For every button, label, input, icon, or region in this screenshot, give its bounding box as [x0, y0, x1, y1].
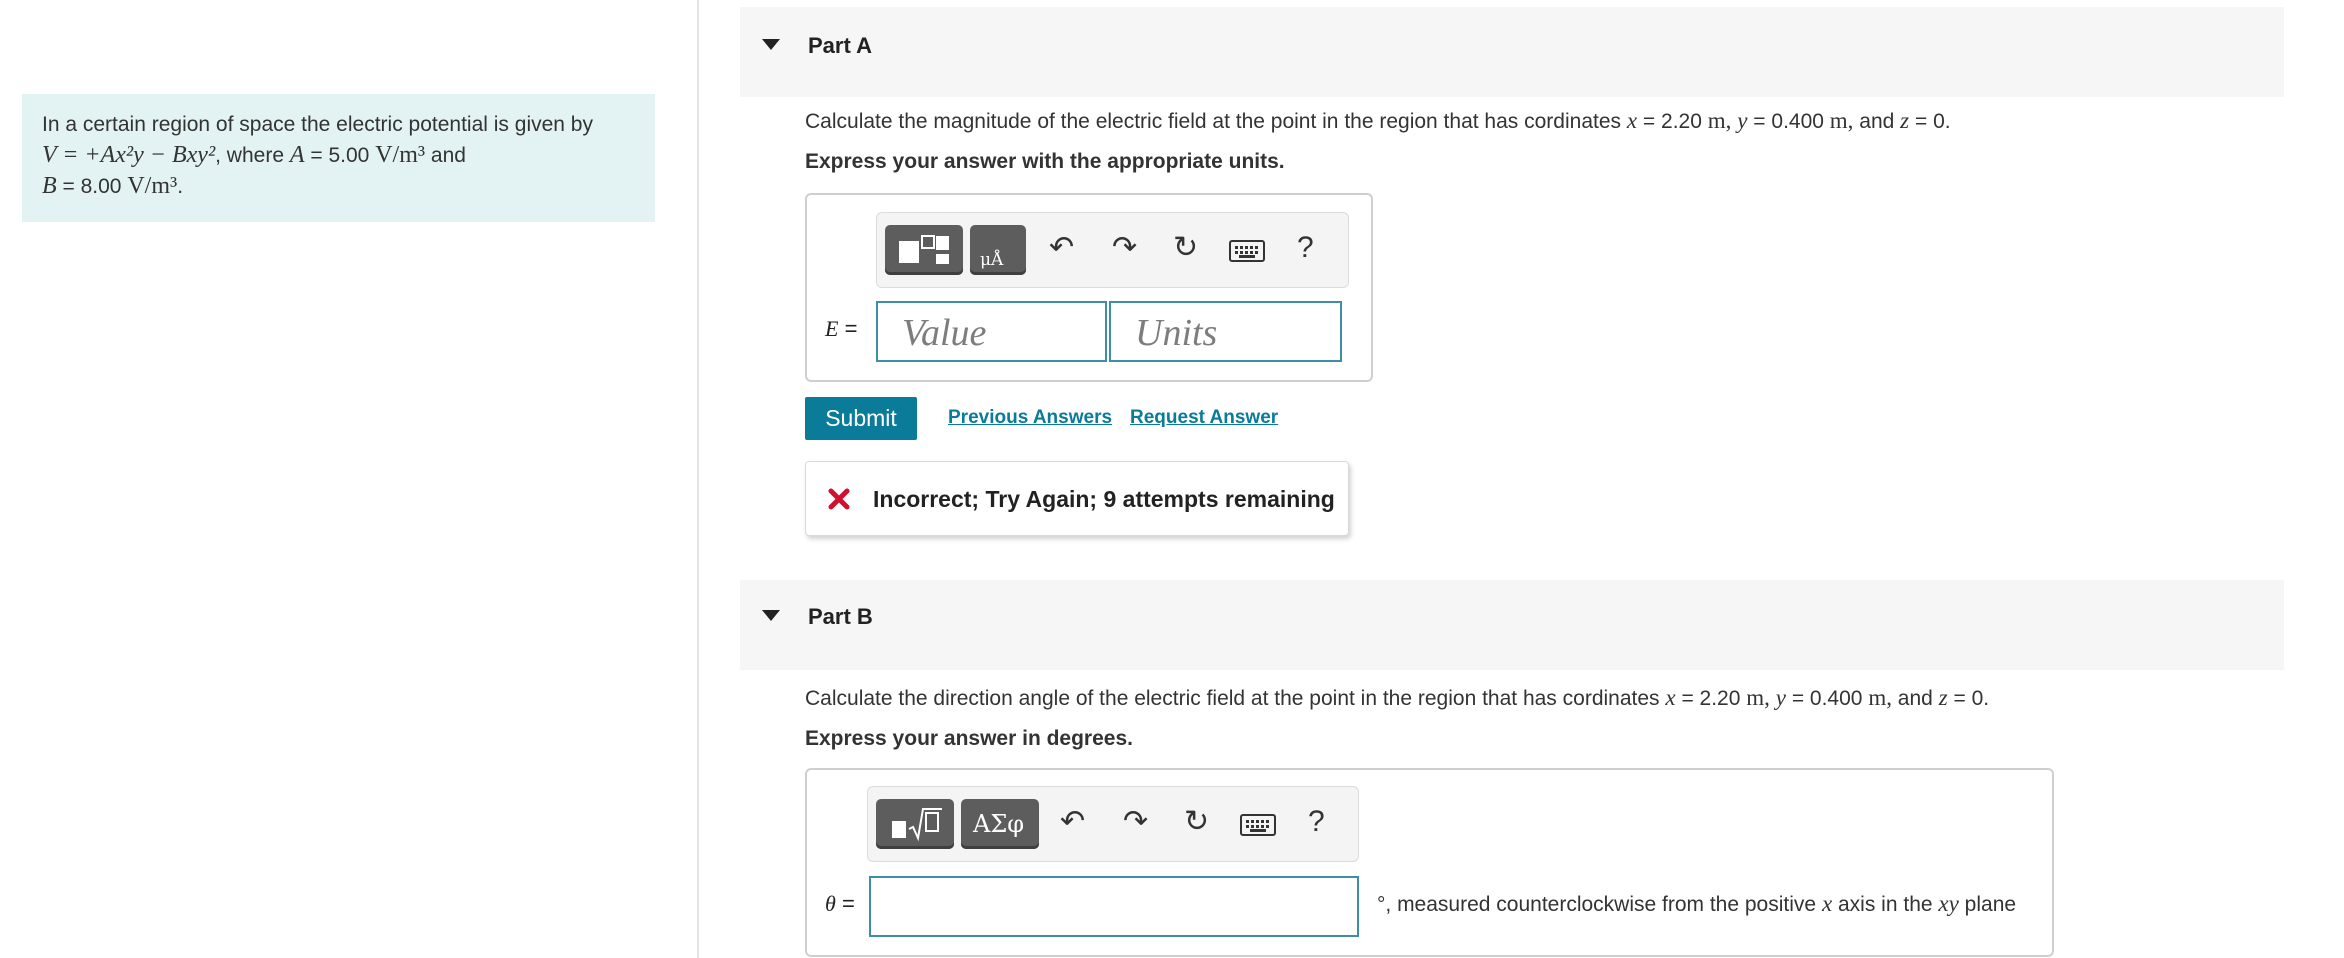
part-a-instruction: Express your answer with the appropriate… [805, 150, 1285, 173]
undo-icon[interactable]: ↶ [1060, 807, 1085, 837]
angle-suffix: °, measured counterclockwise from the po… [1377, 891, 2016, 917]
incorrect-x-icon [828, 488, 850, 510]
part-a-header[interactable]: Part A [740, 7, 2284, 97]
greek-button-label: ΑΣφ [973, 810, 1025, 838]
x-unit: m, [1707, 108, 1732, 133]
undo-icon[interactable]: ↶ [1049, 233, 1074, 263]
help-icon[interactable]: ? [1297, 233, 1314, 263]
where-text: , where [215, 144, 285, 167]
x-value: = 2.20 [1642, 110, 1702, 133]
help-icon[interactable]: ? [1308, 807, 1325, 837]
e-var: E [825, 316, 839, 341]
value-input[interactable]: Value [876, 301, 1107, 362]
x-var: x [1665, 685, 1676, 710]
redo-icon[interactable]: ↷ [1112, 233, 1137, 263]
part-a-question: Calculate the magnitude of the electric … [805, 108, 1951, 134]
b-unit: V/m³ [127, 173, 178, 199]
a-value: = 5.00 [310, 144, 370, 167]
z-var: z [1938, 685, 1948, 710]
math-toolbar: ΑΣφ ↶ ↷ ↻ ? [867, 786, 1359, 862]
axis-text: axis in the [1838, 893, 1933, 916]
answer-label: θ = [825, 891, 855, 917]
part-a-title: Part A [808, 33, 872, 58]
part-a-answer-area: μÅ ↶ ↷ ↻ ? E = Value Units [805, 193, 1373, 382]
previous-answers-link[interactable]: Previous Answers [948, 407, 1112, 429]
potential-equation: V = +Ax²y − Bxy² [42, 142, 216, 168]
units-button[interactable]: μÅ [970, 225, 1026, 275]
z-value: = 0. [1953, 687, 1990, 710]
keyboard-icon[interactable] [1229, 240, 1265, 262]
feedback-text: Incorrect; Try Again; 9 attempts remaini… [873, 486, 1335, 512]
units-icon: μÅ [980, 249, 1004, 270]
a-unit: V/m³ [375, 142, 426, 168]
equals: = [844, 316, 858, 341]
greek-letters-button[interactable]: ΑΣφ [961, 799, 1039, 849]
part-b-header[interactable]: Part B [740, 580, 2284, 670]
sqrt-template-button[interactable] [876, 799, 954, 849]
part-b-question: Calculate the direction angle of the ele… [805, 685, 1989, 711]
keyboard-icon[interactable] [1240, 814, 1276, 836]
and-text: and [1897, 687, 1933, 710]
z-var: z [1900, 108, 1910, 133]
units-placeholder: Units [1135, 312, 1218, 354]
value-placeholder: Value [902, 312, 987, 354]
templates-button[interactable] [885, 225, 963, 275]
caret-down-icon[interactable] [762, 39, 780, 50]
units-input[interactable]: Units [1109, 301, 1342, 362]
b-value: = 8.00 [62, 175, 122, 198]
x-unit: m, [1746, 685, 1770, 710]
math-toolbar: μÅ ↶ ↷ ↻ ? [876, 212, 1349, 288]
submit-button[interactable]: Submit [805, 397, 917, 440]
y-value: = 0.400 [1753, 110, 1824, 133]
theta-var: θ [825, 891, 836, 916]
question-text: Calculate the direction angle of the ele… [805, 687, 1660, 710]
problem-statement: In a certain region of space the electri… [22, 94, 655, 222]
b-symbol: B [42, 173, 57, 199]
part-b-title: Part B [808, 604, 873, 629]
and-text: and [1859, 110, 1895, 133]
and-text: and [430, 144, 466, 167]
x-axis-var: x [1821, 891, 1833, 916]
period: . [177, 175, 184, 198]
z-value: = 0. [1914, 110, 1951, 133]
y-unit: m, [1868, 685, 1892, 710]
a-symbol: A [289, 142, 305, 168]
x-value: = 2.20 [1681, 687, 1741, 710]
equals: = [841, 891, 855, 916]
request-answer-link[interactable]: Request Answer [1130, 407, 1278, 429]
part-b-answer-area: ΑΣφ ↶ ↷ ↻ ? θ = °, measured counterclock… [805, 768, 2054, 957]
sqrt-template-icon [892, 808, 942, 842]
y-value: = 0.400 [1791, 687, 1863, 710]
y-unit: m, [1829, 108, 1854, 133]
answer-label: E = [825, 316, 857, 342]
caret-down-icon[interactable] [762, 610, 780, 621]
intro-text: In a certain region of space the electri… [42, 113, 593, 136]
part-b-instruction: Express your answer in degrees. [805, 727, 1133, 750]
svg-text:μÅ: μÅ [980, 249, 1004, 270]
xy-plane-var: xy [1938, 891, 1959, 916]
degree-text: °, measured counterclockwise from the po… [1377, 893, 1817, 916]
templates-icon [899, 235, 949, 264]
angle-input[interactable] [869, 876, 1359, 937]
reset-icon[interactable]: ↻ [1173, 233, 1198, 263]
redo-icon[interactable]: ↷ [1123, 807, 1148, 837]
plane-text: plane [1964, 893, 2017, 916]
y-var: y [1775, 685, 1786, 710]
feedback-box: Incorrect; Try Again; 9 attempts remaini… [805, 461, 1349, 536]
reset-icon[interactable]: ↻ [1184, 807, 1209, 837]
question-text: Calculate the magnitude of the electric … [805, 110, 1622, 133]
y-var: y [1737, 108, 1748, 133]
x-var: x [1626, 108, 1638, 133]
